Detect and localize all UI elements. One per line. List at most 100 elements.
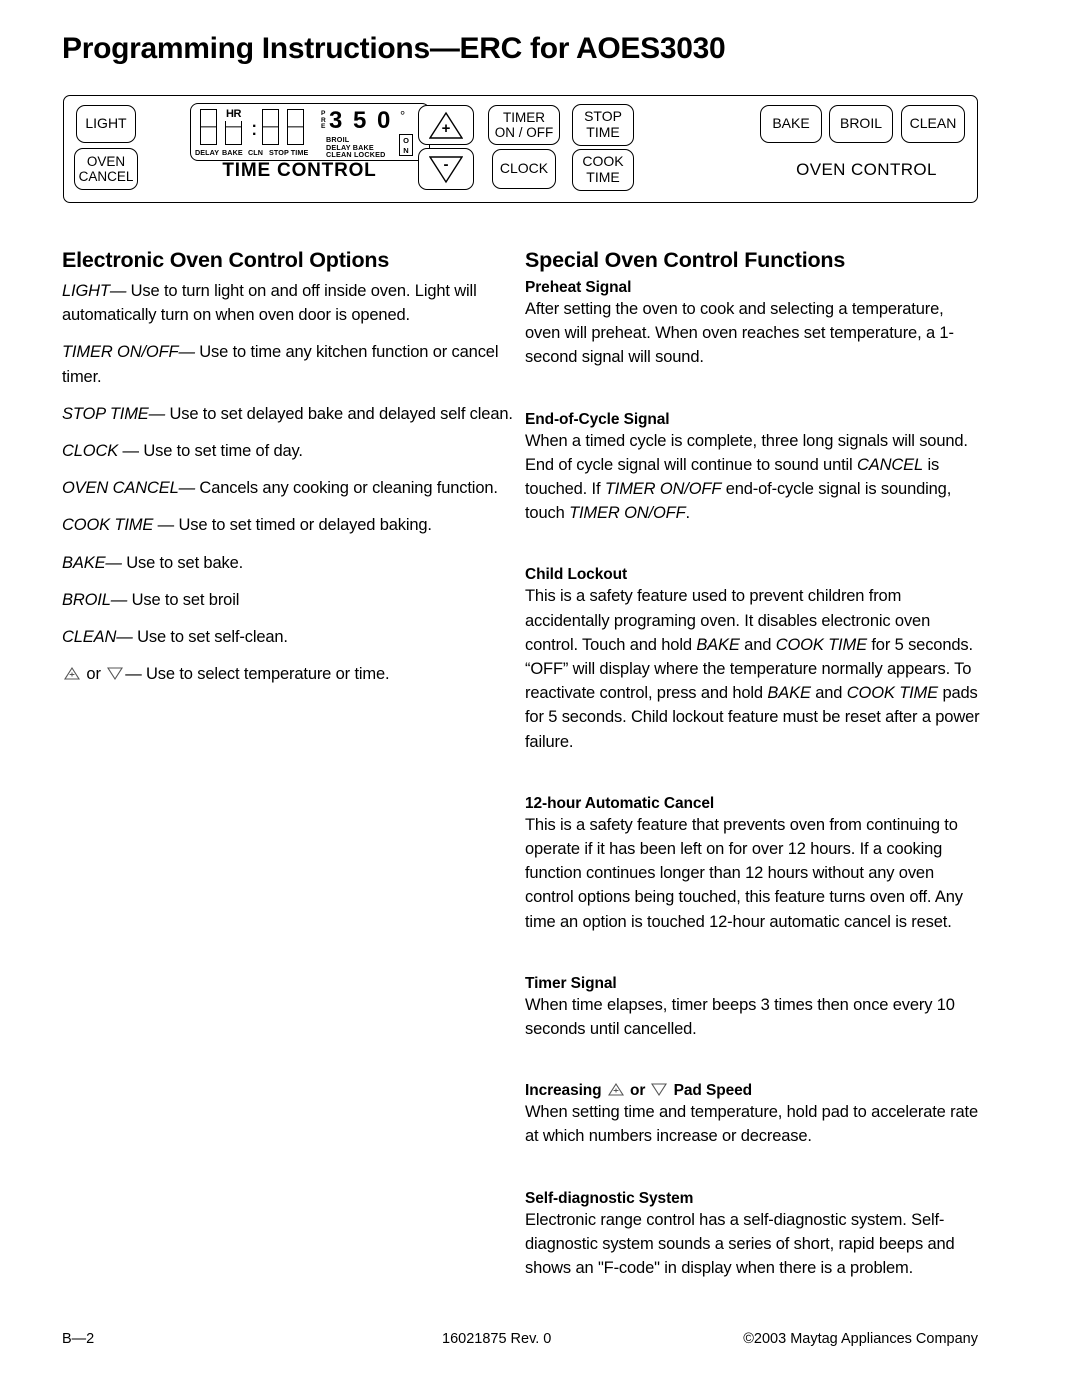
- pad-oven-cancel[interactable]: OVEN CANCEL: [74, 148, 138, 190]
- option-broil-dash: —: [110, 590, 128, 609]
- section-title-12-hour-automatic-cancel: 12-hour Automatic Cancel: [525, 794, 715, 812]
- option-timer-keyword: TIMER ON/OFF: [62, 343, 179, 362]
- triangle-up-icon: [63, 664, 81, 680]
- section-title-end-of-cycle-signal: End-of-Cycle Signal: [525, 410, 670, 428]
- option-arrow-text: Use to select temperature or time.: [141, 665, 390, 684]
- pad-decrease-symbol: -: [443, 156, 449, 173]
- left-column-heading: Electronic Oven Control Options: [62, 248, 390, 272]
- pad-increase-arrow[interactable]: +: [418, 105, 474, 145]
- lcd-on-letter-n: N: [403, 145, 409, 155]
- pad-broil-label: BROIL: [839, 115, 882, 132]
- pad-cook-label: COOK: [582, 153, 624, 170]
- triangle-up-icon: [607, 1082, 625, 1097]
- lcd-bottom-labels: DELAY BAKE CLN STOP TIME: [195, 148, 309, 157]
- cl-p2: and: [739, 635, 776, 654]
- right-column-heading: Special Oven Control Functions: [525, 248, 846, 272]
- option-bake-dash: —: [105, 553, 122, 572]
- footer-copyright: ©2003 Maytag Appliances Company: [743, 1331, 978, 1347]
- lcd-digit-3: [262, 109, 279, 145]
- option-cook-time: COOK TIME — Use to set timed or delayed …: [62, 513, 517, 537]
- pad-stop-label: STOP: [584, 108, 622, 125]
- pad-bake-label: BAKE: [772, 115, 810, 132]
- pad-clean[interactable]: CLEAN: [901, 105, 965, 143]
- lcd-degree-icon: °: [400, 108, 406, 123]
- option-stop-keyword: STOP TIME: [62, 404, 149, 423]
- lcd-status-labels: BROIL DELAY BAKE CLEAN LOCKED: [326, 136, 386, 159]
- option-cook-time-text: Use to set timed or delayed baking.: [174, 516, 432, 535]
- option-clean-text: Use to set self-clean.: [132, 628, 288, 647]
- option-timer-on-off: TIMER ON/OFF— Use to time any kitchen fu…: [62, 340, 517, 388]
- cl-kw-cook-time-2: COOK TIME: [846, 684, 939, 703]
- pad-cook-time-label: TIME: [586, 169, 620, 185]
- lcd-hr-indicator: HR: [225, 108, 242, 121]
- option-cook-time-dash: —: [157, 516, 175, 535]
- section-body-preheat-signal: After setting the oven to cook and selec…: [525, 300, 954, 367]
- triangle-up-icon: +: [429, 111, 463, 140]
- pad-cook-time[interactable]: COOK TIME: [572, 149, 634, 191]
- option-clean-keyword: CLEAN: [62, 628, 117, 647]
- option-timer-dash: —: [178, 343, 195, 362]
- option-clock-text: Use to set time of day.: [138, 442, 303, 461]
- footer-part-number: 16021875 Rev. 0: [442, 1331, 552, 1347]
- section-body-timer-signal: When time elapses, timer beeps 3 times t…: [525, 995, 955, 1039]
- option-light: LIGHT— Use to turn light on and off insi…: [62, 279, 517, 327]
- triangle-down-icon: [106, 664, 124, 681]
- lcd-on-indicator: O N: [399, 134, 413, 156]
- section-title-increasing-pad-speed: Increasing or Pad Speed: [525, 1082, 980, 1100]
- lcd-digit-4: [287, 109, 304, 145]
- pad-clock[interactable]: CLOCK: [492, 149, 556, 189]
- option-clean-dash: —: [116, 628, 133, 647]
- option-stop-dash: —: [148, 404, 166, 423]
- lcd-pre-indicator: P R E: [321, 110, 326, 131]
- option-oven-cancel-keyword: OVEN CANCEL: [62, 479, 179, 498]
- option-broil-text: Use to set broil: [127, 590, 240, 609]
- lcd-colon-icon: ..: [252, 114, 257, 139]
- section-body-increasing-pad-speed: When setting time and temperature, hold …: [525, 1103, 978, 1146]
- pad-cancel-label: CANCEL: [78, 169, 134, 184]
- lcd-on-letter-o: O: [403, 136, 409, 145]
- option-arrow-dash: —: [125, 665, 142, 684]
- pad-broil[interactable]: BROIL: [829, 105, 893, 143]
- pad-stop-time[interactable]: STOP TIME: [572, 104, 634, 146]
- section-title-child-lockout: Child Lockout: [525, 566, 628, 584]
- option-stop-text: Use to set delayed bake and delayed self…: [165, 404, 513, 423]
- lcd-temperature-readout: 3 5 0: [329, 107, 393, 134]
- pad-on-off-label: ON / OFF: [494, 125, 554, 140]
- section-title-preheat-signal: Preheat Signal: [525, 279, 632, 296]
- option-broil: BROIL— Use to set broil: [62, 588, 517, 612]
- footer-page-number: B—2: [62, 1331, 95, 1347]
- pad-speed-title-a: Increasing: [525, 1082, 606, 1100]
- lcd-digit-1: [200, 109, 217, 145]
- option-cook-time-keyword: COOK TIME: [62, 516, 158, 535]
- pad-light-label: LIGHT: [85, 115, 127, 132]
- cl-kw-bake-2: BAKE: [767, 684, 811, 703]
- option-broil-keyword: BROIL: [62, 590, 111, 609]
- lcd-label-delay: DELAY: [195, 148, 220, 157]
- option-bake: BAKE— Use to set bake.: [62, 551, 517, 575]
- pad-light[interactable]: LIGHT: [76, 105, 136, 143]
- pad-bake[interactable]: BAKE: [760, 105, 822, 143]
- cl-kw-cook-time-1: COOK TIME: [775, 635, 867, 654]
- pad-decrease-arrow[interactable]: -: [418, 148, 474, 190]
- option-clock-dash: —: [122, 442, 140, 461]
- oven-control-panel-diagram: LIGHT OVEN CANCEL HR .. DELAY BAKE CLN STOP…: [63, 95, 978, 203]
- pad-clock-label: CLOCK: [499, 160, 549, 177]
- pad-timer-on-off[interactable]: TIMER ON / OFF: [488, 105, 560, 145]
- option-light-keyword: LIGHT: [62, 282, 110, 300]
- lcd-pre-letter-e: E: [321, 123, 326, 131]
- section-body-12-hour-automatic-cancel: This is a safety feature that prevents o…: [525, 815, 963, 931]
- eoc-kw-cancel: CANCEL: [857, 455, 924, 474]
- eoc-p4: .: [685, 504, 691, 523]
- eoc-kw-timer-1: TIMER ON/OFF: [604, 480, 722, 499]
- lcd-display: HR .. DELAY BAKE CLN STOP TIME P R E 3 5 0 …: [190, 103, 430, 161]
- pad-oven-label: OVEN: [86, 153, 126, 169]
- triangle-down-icon: [650, 1082, 668, 1097]
- page-footer: B—2 16021875 Rev. 0 ©2003 Maytag Applian…: [62, 1331, 978, 1353]
- option-clock: CLOCK — Use to set time of day.: [62, 439, 517, 463]
- lcd-label-stop-time: STOP TIME: [269, 148, 309, 157]
- pad-timer-label: TIMER: [503, 109, 545, 125]
